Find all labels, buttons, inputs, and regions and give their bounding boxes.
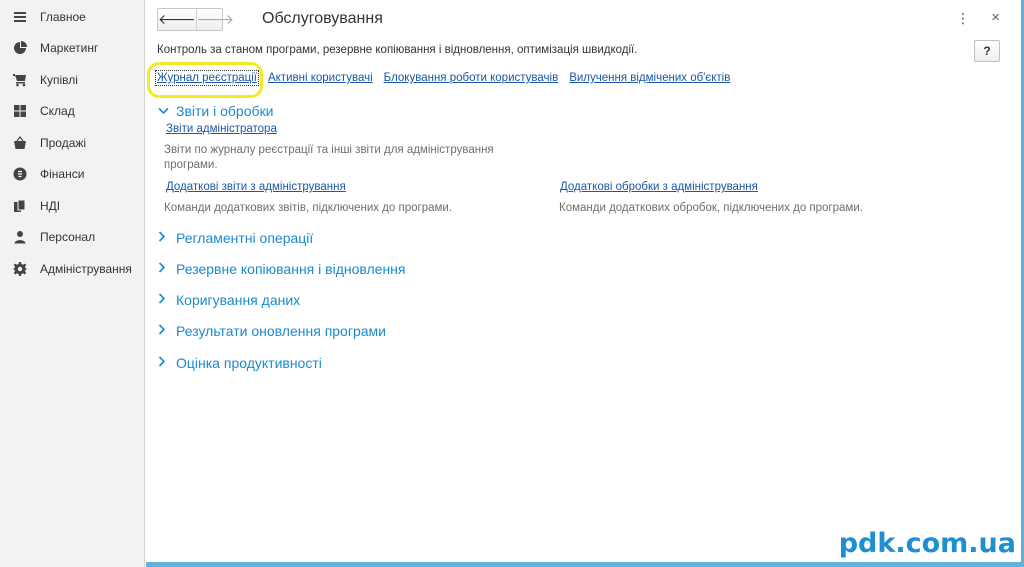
page-title: Обслуговування <box>262 10 383 27</box>
coin-icon <box>12 166 28 182</box>
sidebar-item-ndi[interactable]: НДІ <box>0 190 144 222</box>
extra-processing-description: Команди додаткових обробок, підключених … <box>559 202 863 214</box>
section-title: Звіти і обробки <box>176 103 274 119</box>
sidebar-item-label: Склад <box>40 104 75 119</box>
section-title: Коригування даних <box>176 292 301 308</box>
section-update-results[interactable]: Результати оновлення програми <box>158 323 386 339</box>
sidebar-item-label: Фінанси <box>40 167 85 182</box>
section-title: Резервне копіювання і відновлення <box>176 261 406 277</box>
person-icon <box>12 229 28 245</box>
sidebar-item-sales[interactable]: Продажі <box>0 127 144 159</box>
arrow-right-icon: 🡒 <box>196 11 235 27</box>
sidebar-item-label: Персонал <box>40 230 96 245</box>
admin-reports-link[interactable]: Звіти адміністратора <box>166 123 277 135</box>
watermark: pdk.com.ua <box>838 528 1016 559</box>
chevron-right-icon <box>158 293 172 307</box>
sidebar-item-label: Продажі <box>40 135 87 150</box>
cart-icon <box>12 72 28 88</box>
sidebar-item-purchases[interactable]: Купівлі <box>0 64 144 96</box>
page-description: Контроль за станом програми, резервне ко… <box>157 44 638 56</box>
section-backup-restore[interactable]: Резервне копіювання і відновлення <box>158 261 406 277</box>
event-log-link[interactable]: Журнал реєстрації <box>155 70 259 86</box>
sidebar-item-administration[interactable]: Адміністрування <box>0 253 144 285</box>
sidebar-item-label: НДІ <box>40 198 61 213</box>
extra-processing-link[interactable]: Додаткові обробки з адміністрування <box>560 181 758 193</box>
section-performance[interactable]: Оцінка продуктивності <box>158 355 322 371</box>
section-reports[interactable]: Звіти і обробки <box>158 103 273 119</box>
grid-icon <box>12 103 28 119</box>
section-title: Регламентні операції <box>176 230 314 246</box>
close-button[interactable]: × <box>991 9 1000 26</box>
gear-icon <box>12 261 28 277</box>
chevron-right-icon <box>158 356 172 370</box>
sidebar: Главное Маркетинг Купівлі Склад Продажі … <box>0 0 145 567</box>
delete-marked-objects-link[interactable]: Вилучення відмічених об'єктів <box>569 72 730 84</box>
sidebar-item-label: Купівлі <box>40 72 78 87</box>
more-menu-button[interactable]: ⋮ <box>956 10 970 27</box>
back-button[interactable]: 🡐 <box>158 9 197 30</box>
sidebar-item-warehouse[interactable]: Склад <box>0 96 144 128</box>
links-row: Журнал реєстрації Активні користувачі Бл… <box>155 70 741 86</box>
admin-reports-description: Звіти по журналу реєстрації та інші звіт… <box>164 144 494 171</box>
section-title: Результати оновлення програми <box>176 323 386 339</box>
sidebar-item-main[interactable]: Главное <box>0 1 144 33</box>
extra-reports-link[interactable]: Додаткові звіти з адміністрування <box>166 181 346 193</box>
section-title: Оцінка продуктивності <box>176 355 322 371</box>
sidebar-item-marketing[interactable]: Маркетинг <box>0 33 144 65</box>
section-routine-operations[interactable]: Регламентні операції <box>158 230 313 246</box>
extra-reports-description: Команди додаткових звітів, підключених д… <box>164 202 453 214</box>
chevron-right-icon <box>158 231 172 245</box>
help-button[interactable]: ? <box>974 40 1000 62</box>
menu-icon <box>12 9 28 25</box>
navigation-buttons: 🡐 🡒 <box>157 8 234 31</box>
basket-icon <box>12 135 28 151</box>
chevron-down-icon <box>158 104 172 118</box>
user-lock-link[interactable]: Блокування роботи користувачів <box>384 72 559 84</box>
sidebar-item-finance[interactable]: Фінанси <box>0 159 144 191</box>
documents-icon <box>12 198 28 214</box>
sidebar-item-label: Главное <box>40 9 86 24</box>
chevron-right-icon <box>158 262 172 276</box>
active-users-link[interactable]: Активні користувачі <box>268 72 373 84</box>
sidebar-item-personnel[interactable]: Персонал <box>0 222 144 254</box>
forward-button[interactable]: 🡒 <box>197 9 235 30</box>
arrow-left-icon: 🡐 <box>158 11 196 27</box>
window-border-bottom <box>146 562 1024 567</box>
sidebar-item-label: Адміністрування <box>40 261 132 276</box>
chevron-right-icon <box>158 324 172 338</box>
sidebar-item-label: Маркетинг <box>40 41 99 56</box>
main-panel: 🡐 🡒 Обслуговування ⋮ × Контроль за стано… <box>146 0 1022 562</box>
section-data-correction[interactable]: Коригування даних <box>158 292 300 308</box>
pie-chart-icon <box>12 40 28 56</box>
